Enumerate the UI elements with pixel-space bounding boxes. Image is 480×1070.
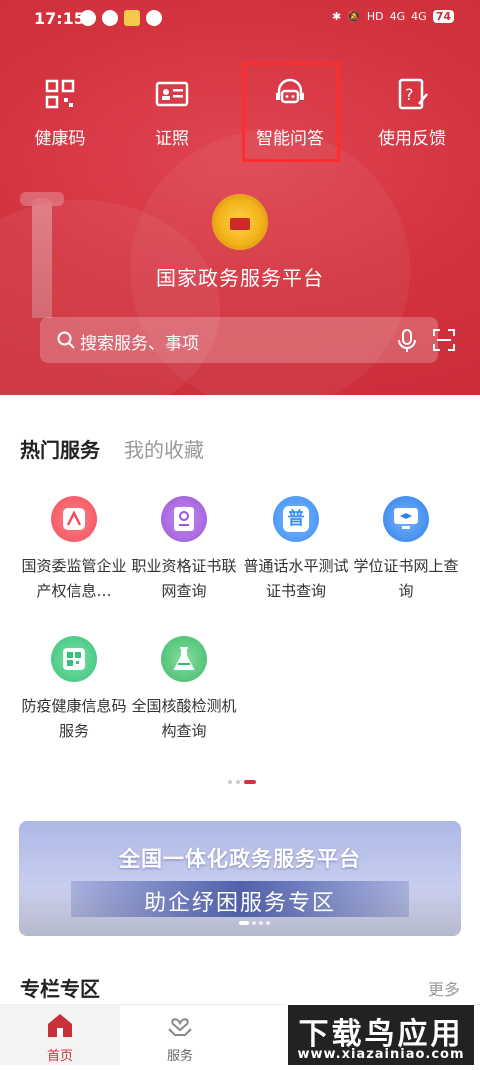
banner-title: 全国一体化政务服务平台 bbox=[119, 847, 361, 871]
pager-dot bbox=[236, 780, 240, 784]
heart-hands-icon bbox=[168, 1018, 192, 1036]
tab-hot-services[interactable]: 热门服务 bbox=[20, 434, 100, 463]
network-label: 4G bbox=[389, 10, 406, 23]
section-title: 专栏专区 bbox=[20, 977, 100, 1001]
banner-dot bbox=[252, 921, 256, 925]
banner-dot bbox=[266, 921, 270, 925]
service-item[interactable]: 职业资格证书联网查询 bbox=[124, 496, 244, 604]
network-label: 4G bbox=[411, 10, 427, 23]
service-item[interactable]: 普 普通话水平测试证书查询 bbox=[236, 496, 356, 604]
notification-icon bbox=[124, 10, 140, 26]
banner-dot-active bbox=[239, 921, 249, 925]
national-emblem-logo bbox=[212, 194, 268, 250]
promo-banner[interactable]: 全国一体化政务服务平台 助企纾困服务专区 bbox=[19, 821, 461, 936]
status-bar: 17:15 ✱ 🔕 HD 4G 4G 74 bbox=[0, 0, 480, 38]
banner-subtitle: 助企纾困服务专区 bbox=[143, 891, 336, 916]
svg-text:?: ? bbox=[405, 85, 414, 104]
nav-label: 首页 bbox=[46, 1049, 73, 1064]
system-status-icons: ✱ 🔕 HD 4G 4G 74 bbox=[332, 10, 454, 23]
huabiao-tower-graphic bbox=[20, 192, 64, 318]
scan-icon[interactable] bbox=[432, 328, 456, 352]
health-code-icon bbox=[51, 636, 97, 682]
service-name: 国资委监管企业产权信息… bbox=[21, 557, 127, 600]
health-code-button[interactable]: 健康码 bbox=[0, 74, 120, 149]
service-name: 普通话水平测试证书查询 bbox=[243, 557, 349, 600]
qr-code-icon bbox=[45, 79, 75, 109]
service-icon bbox=[51, 496, 97, 542]
degree-icon bbox=[383, 496, 429, 542]
quick-action-label: 证照 bbox=[155, 129, 189, 149]
notification-icons bbox=[80, 10, 162, 26]
flask-icon bbox=[161, 636, 207, 682]
service-item[interactable]: 全国核酸检测机构查询 bbox=[124, 636, 244, 744]
service-name: 学位证书网上查询 bbox=[353, 557, 459, 600]
message-icon bbox=[146, 10, 162, 26]
search-placeholder: 搜索服务、事项 bbox=[80, 334, 199, 354]
platform-title: 国家政务服务平台 bbox=[156, 266, 324, 290]
quick-action-label: 健康码 bbox=[34, 129, 86, 149]
service-name: 全国核酸检测机构查询 bbox=[131, 697, 237, 740]
home-icon bbox=[48, 1014, 72, 1037]
banner-pager bbox=[239, 921, 270, 925]
status-time: 17:15 bbox=[34, 9, 85, 28]
service-item[interactable]: 国资委监管企业产权信息… bbox=[14, 496, 134, 604]
service-item[interactable]: 防疫健康信息码服务 bbox=[14, 636, 134, 744]
id-card-icon bbox=[155, 81, 189, 107]
certificate-button[interactable]: 证照 bbox=[112, 74, 232, 149]
feedback-icon: ? bbox=[398, 78, 428, 110]
grid-pager bbox=[228, 780, 256, 784]
service-name: 防疫健康信息码服务 bbox=[21, 697, 127, 740]
highlight-box bbox=[242, 62, 340, 162]
notification-icon bbox=[102, 10, 118, 26]
banner-dot bbox=[259, 921, 263, 925]
quick-action-label: 使用反馈 bbox=[378, 129, 446, 149]
battery-icon: 74 bbox=[432, 10, 454, 23]
nav-service[interactable]: 服务 bbox=[120, 1011, 240, 1064]
hd-label: HD bbox=[366, 10, 384, 23]
watermark-logo: 下载鸟应用 www.xiazainiao.com bbox=[286, 1003, 476, 1067]
mute-icon: 🔕 bbox=[347, 10, 361, 23]
service-item[interactable]: 学位证书网上查询 bbox=[346, 496, 466, 604]
nav-label: 服务 bbox=[166, 1049, 193, 1064]
microphone-icon[interactable] bbox=[396, 328, 418, 354]
mandarin-glyph: 普 bbox=[283, 506, 309, 532]
pager-dot-active bbox=[244, 780, 256, 784]
quick-actions: 健康码 证照 智能问答 ? 使用反馈 bbox=[0, 74, 480, 154]
search-bar[interactable]: 搜索服务、事项 bbox=[40, 317, 455, 363]
service-tabs: 热门服务 我的收藏 bbox=[20, 434, 204, 463]
watermark-url: www.xiazainiao.com bbox=[297, 1047, 465, 1062]
notification-icon bbox=[80, 10, 96, 26]
nav-home[interactable]: 首页 bbox=[0, 1005, 120, 1065]
feedback-button[interactable]: ? 使用反馈 bbox=[352, 74, 472, 149]
bluetooth-icon: ✱ bbox=[331, 10, 342, 23]
pager-dot bbox=[228, 780, 232, 784]
tab-my-favorites[interactable]: 我的收藏 bbox=[124, 434, 204, 463]
more-link[interactable]: 更多 bbox=[428, 976, 460, 1000]
search-icon bbox=[57, 331, 75, 349]
certificate-icon bbox=[161, 496, 207, 542]
mandarin-icon: 普 bbox=[273, 496, 319, 542]
service-name: 职业资格证书联网查询 bbox=[131, 557, 237, 600]
